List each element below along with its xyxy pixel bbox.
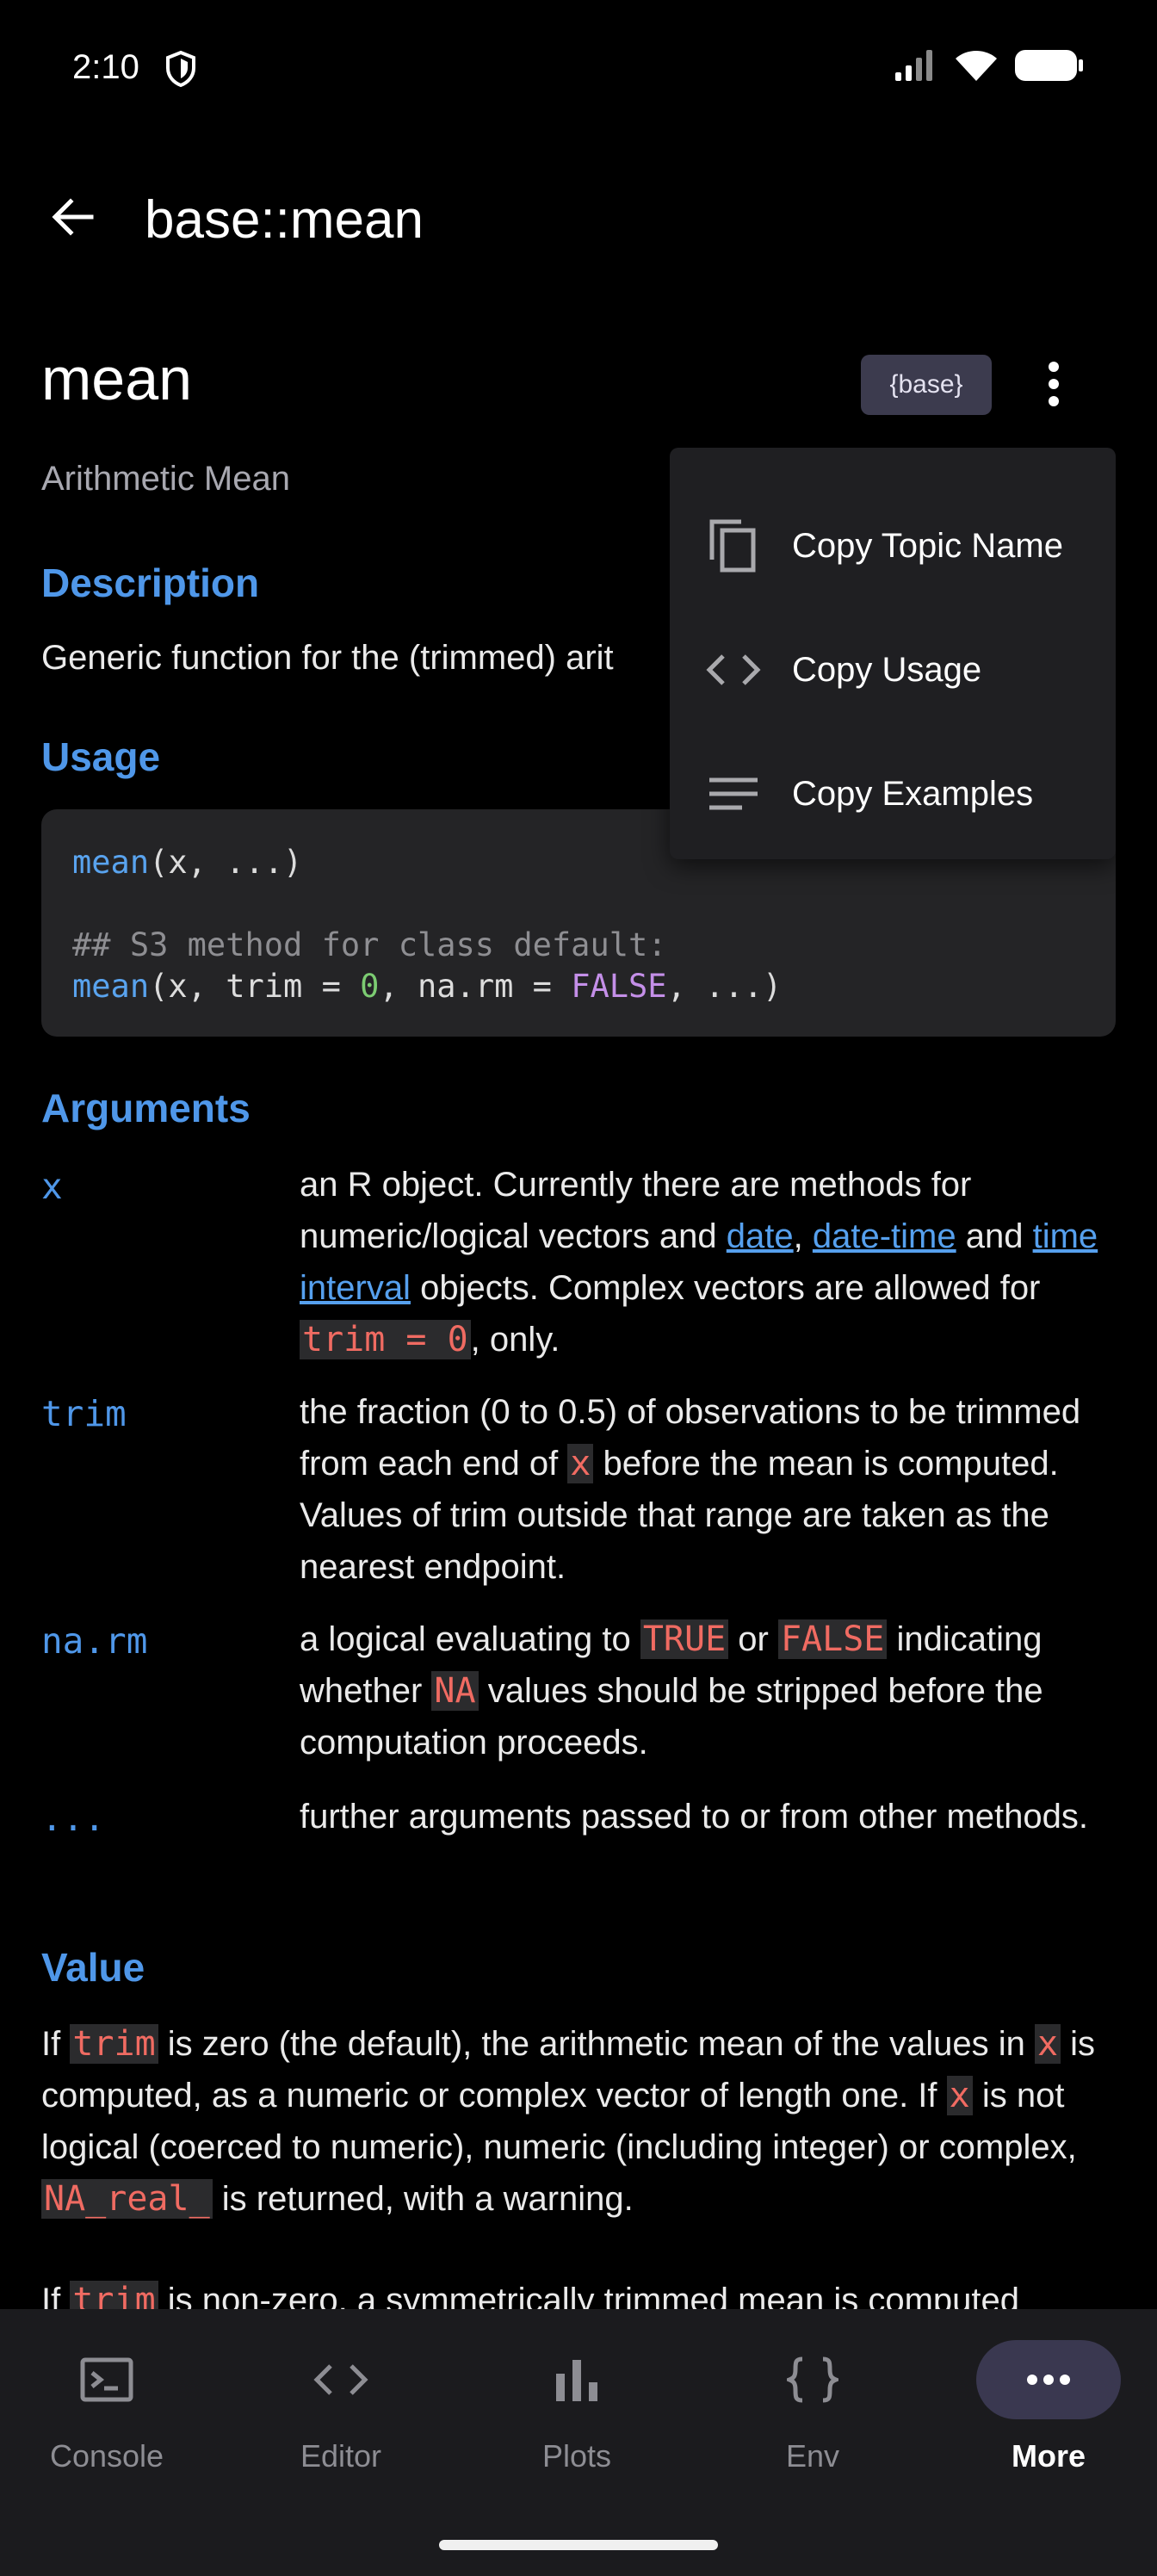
value-paragraph: If trim is zero (the default), the arith… bbox=[41, 2018, 1126, 2225]
inline-code: x bbox=[1034, 2024, 1061, 2064]
argument-description: an R object. Currently there are methods… bbox=[300, 1159, 1109, 1365]
more-horizontal-icon bbox=[976, 2340, 1121, 2419]
code-keyword: FALSE bbox=[571, 968, 667, 1005]
argument-name: na.rm bbox=[41, 1620, 148, 1662]
code-number: 0 bbox=[360, 968, 380, 1005]
topic-subtitle: Arithmetic Mean bbox=[41, 460, 290, 498]
inline-code: trim bbox=[70, 2024, 158, 2064]
argument-name: x bbox=[41, 1166, 63, 1207]
inline-code: FALSE bbox=[777, 1619, 888, 1659]
status-time: 2:10 bbox=[72, 48, 139, 86]
wifi-icon bbox=[954, 48, 999, 87]
text: or bbox=[728, 1620, 778, 1658]
text: , only. bbox=[470, 1321, 560, 1359]
text: is returned, with a warning. bbox=[212, 2180, 634, 2218]
inline-code: trim = 0 bbox=[300, 1320, 471, 1359]
menu-item-label: Copy Usage bbox=[792, 650, 982, 689]
nav-plots[interactable]: Plots bbox=[491, 2340, 663, 2495]
braces-icon bbox=[740, 2340, 885, 2419]
inline-code: x bbox=[946, 2076, 973, 2115]
argument-description: further arguments passed to or from othe… bbox=[300, 1798, 1088, 1836]
code-fn: mean bbox=[72, 844, 150, 881]
topic-name: mean bbox=[41, 345, 193, 412]
page-title: base::mean bbox=[145, 190, 424, 250]
nav-label: More bbox=[1011, 2438, 1086, 2474]
text: a logical evaluating to bbox=[300, 1620, 640, 1658]
nav-env[interactable]: Env bbox=[727, 2340, 899, 2495]
nav-label: Editor bbox=[300, 2438, 382, 2474]
code-comment: ## S3 method for class default: bbox=[72, 926, 667, 963]
lines-icon bbox=[702, 763, 764, 825]
shield-icon bbox=[164, 50, 198, 92]
bar-chart-icon bbox=[504, 2340, 649, 2419]
nav-label: Env bbox=[785, 2438, 840, 2474]
code-icon bbox=[702, 639, 764, 701]
code-text: , ...) bbox=[666, 968, 783, 1005]
code-icon bbox=[269, 2340, 413, 2419]
text: , bbox=[793, 1217, 813, 1255]
menu-item-label: Copy Topic Name bbox=[792, 526, 1063, 565]
status-bar: 2:10 bbox=[0, 0, 1157, 138]
arguments-heading: Arguments bbox=[41, 1086, 251, 1130]
home-indicator[interactable] bbox=[439, 2540, 718, 2550]
copy-icon bbox=[702, 515, 764, 577]
overflow-menu: Copy Topic Name Copy Usage Copy Examples bbox=[670, 448, 1116, 859]
menu-item-copy-examples[interactable]: Copy Examples bbox=[670, 732, 1116, 856]
argument-description: the fraction (0 to 0.5) of observations … bbox=[300, 1386, 1109, 1593]
text: If bbox=[41, 2025, 71, 2063]
description-heading: Description bbox=[41, 560, 260, 605]
top-app-bar: base::mean bbox=[0, 164, 1157, 276]
nav-console[interactable]: Console bbox=[21, 2340, 193, 2495]
package-badge: {base} bbox=[861, 355, 992, 415]
code-text: (x, ...) bbox=[149, 844, 303, 881]
code-fn: mean bbox=[72, 968, 150, 1005]
code-text: (x, trim = bbox=[149, 968, 361, 1005]
bottom-navigation: Console Editor Plots Env More bbox=[0, 2309, 1157, 2576]
argument-name: trim bbox=[41, 1393, 127, 1434]
signal-icon bbox=[894, 48, 938, 87]
overflow-menu-button[interactable] bbox=[1030, 355, 1078, 417]
argument-description: a logical evaluating to TRUE or FALSE in… bbox=[300, 1613, 1109, 1768]
text: objects. Complex vectors are allowed for bbox=[410, 1269, 1041, 1307]
argument-name: ... bbox=[41, 1798, 106, 1839]
menu-item-copy-usage[interactable]: Copy Usage bbox=[670, 608, 1116, 732]
date-time-link[interactable]: date-time bbox=[813, 1217, 956, 1255]
description-text: Generic function for the (trimmed) arit bbox=[41, 639, 614, 677]
usage-heading: Usage bbox=[41, 734, 161, 779]
inline-code: TRUE bbox=[640, 1619, 729, 1659]
nav-more[interactable]: More bbox=[962, 2340, 1135, 2495]
value-heading: Value bbox=[41, 1945, 145, 1990]
menu-item-label: Copy Examples bbox=[792, 774, 1034, 813]
code-text: , na.rm = bbox=[379, 968, 572, 1005]
inline-code: NA bbox=[431, 1671, 479, 1711]
more-vertical-icon bbox=[1047, 361, 1061, 412]
nav-label: Plots bbox=[541, 2438, 612, 2474]
console-icon bbox=[34, 2340, 179, 2419]
date-link[interactable]: date bbox=[727, 1217, 794, 1255]
nav-editor[interactable]: Editor bbox=[255, 2340, 427, 2495]
back-button[interactable] bbox=[41, 188, 103, 250]
text: is zero (the default), the arithmetic me… bbox=[158, 2025, 1035, 2063]
inline-code: NA_real_ bbox=[41, 2179, 213, 2219]
battery-icon bbox=[1014, 48, 1085, 87]
nav-label: Console bbox=[49, 2438, 164, 2474]
menu-item-copy-topic-name[interactable]: Copy Topic Name bbox=[670, 484, 1116, 608]
text: and bbox=[956, 1217, 1033, 1255]
inline-code: x bbox=[567, 1444, 594, 1483]
status-icons bbox=[894, 48, 1085, 87]
arrow-left-icon bbox=[48, 193, 96, 245]
